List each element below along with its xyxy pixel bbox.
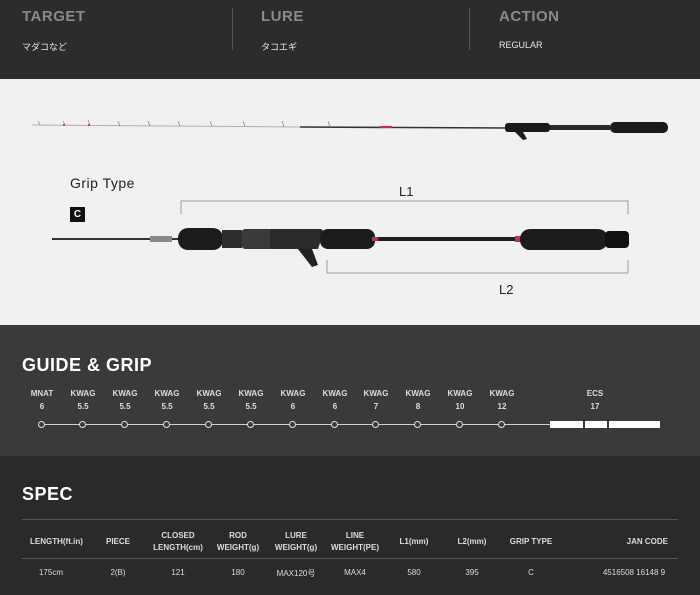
- table-header: PIECE: [105, 537, 130, 546]
- guide-dot: [289, 421, 296, 428]
- guide-item: KWAG 7: [363, 389, 389, 411]
- table-cell: 2(B): [110, 568, 126, 577]
- l1-label: L1: [399, 184, 414, 199]
- guide-grip-section: GUIDE & GRIP MNAT 6 KWAG 5.5 KWAG 5.5 KWAG 5…: [0, 325, 700, 456]
- spec-section: SPEC LENGTH(ft.in) PIECE CLOSED LENGTH(c…: [0, 456, 700, 595]
- table-cell: 121: [171, 568, 185, 577]
- rod-image-area: Grip Type C L1 L2: [0, 79, 700, 325]
- target-heading: TARGET: [22, 8, 86, 25]
- guide-item: KWAG 5.5: [112, 389, 138, 411]
- grip-type-badge: C: [70, 207, 85, 222]
- full-rod-image: [31, 119, 668, 140]
- guide-dot: [205, 421, 212, 428]
- column-divider: [232, 8, 233, 50]
- table-header: GRIP TYPE: [509, 537, 553, 546]
- guide-dot: [163, 421, 170, 428]
- guide-dot: [456, 421, 463, 428]
- table-header: LENGTH(ft.in): [30, 537, 83, 546]
- table-cell: 180: [231, 568, 245, 577]
- table-divider: [22, 558, 678, 559]
- guide-item: KWAG 8: [405, 389, 431, 411]
- table-cell: 175cm: [38, 568, 63, 577]
- action-value: REGULAR: [499, 40, 543, 50]
- table-header: LINE WEIGHT(PE): [331, 531, 379, 552]
- guide-item: KWAG 6: [322, 389, 348, 411]
- guide-dot: [121, 421, 128, 428]
- guide-dot: [498, 421, 505, 428]
- grip-type-label: Grip Type: [70, 175, 135, 191]
- action-heading: ACTION: [499, 8, 560, 25]
- lure-heading: LURE: [261, 8, 304, 25]
- guide-item: KWAG 5.5: [70, 389, 96, 411]
- grip-closeup-image: [52, 228, 629, 267]
- table-cell: MAX4: [344, 568, 366, 577]
- table-cell: 395: [465, 568, 479, 577]
- top-info-bar: TARGET マダコなど LURE タコエギ ACTION REGULAR: [0, 0, 700, 79]
- guide-dot: [79, 421, 86, 428]
- spec-title: SPEC: [22, 484, 74, 504]
- guide-dot: [38, 421, 45, 428]
- lure-value: タコエギ: [261, 42, 298, 52]
- reel-seat-item: ECS 17: [586, 389, 604, 411]
- grip-segment: [550, 421, 583, 428]
- grip-segment: [585, 421, 607, 428]
- table-header: JAN CODE: [626, 537, 668, 546]
- table-header: ROD WEIGHT(g): [216, 531, 260, 552]
- guide-item: KWAG 5.5: [196, 389, 222, 411]
- guide-line: [42, 424, 550, 425]
- table-cell: MAX120号: [276, 569, 316, 578]
- guide-item: KWAG 12: [489, 389, 515, 411]
- guide-dot: [247, 421, 254, 428]
- guide-dot: [331, 421, 338, 428]
- column-divider: [469, 8, 470, 50]
- table-header: LURE WEIGHT(g): [274, 531, 318, 552]
- table-header: L2(mm): [457, 537, 487, 546]
- table-cell: C: [528, 568, 534, 577]
- guide-item: KWAG 5.5: [154, 389, 180, 411]
- target-value: マダコなど: [22, 42, 68, 52]
- table-cell: 4516508 16148 9: [602, 568, 666, 577]
- grip-segment: [609, 421, 660, 428]
- table-header: CLOSED LENGTH(cm): [153, 531, 203, 552]
- guide-item: KWAG 10: [447, 389, 473, 411]
- guide-dot: [372, 421, 379, 428]
- rod-illustration: [31, 119, 668, 274]
- table-cell: 580: [407, 568, 421, 577]
- guide-item: KWAG 5.5: [238, 389, 264, 411]
- guide-item: MNAT 6: [30, 389, 54, 411]
- table-header: L1(mm): [399, 537, 429, 546]
- guide-dot: [414, 421, 421, 428]
- guide-item: KWAG 6: [280, 389, 306, 411]
- table-divider: [22, 519, 678, 520]
- guide-grip-title: GUIDE & GRIP: [22, 355, 153, 375]
- l2-label: L2: [499, 282, 514, 297]
